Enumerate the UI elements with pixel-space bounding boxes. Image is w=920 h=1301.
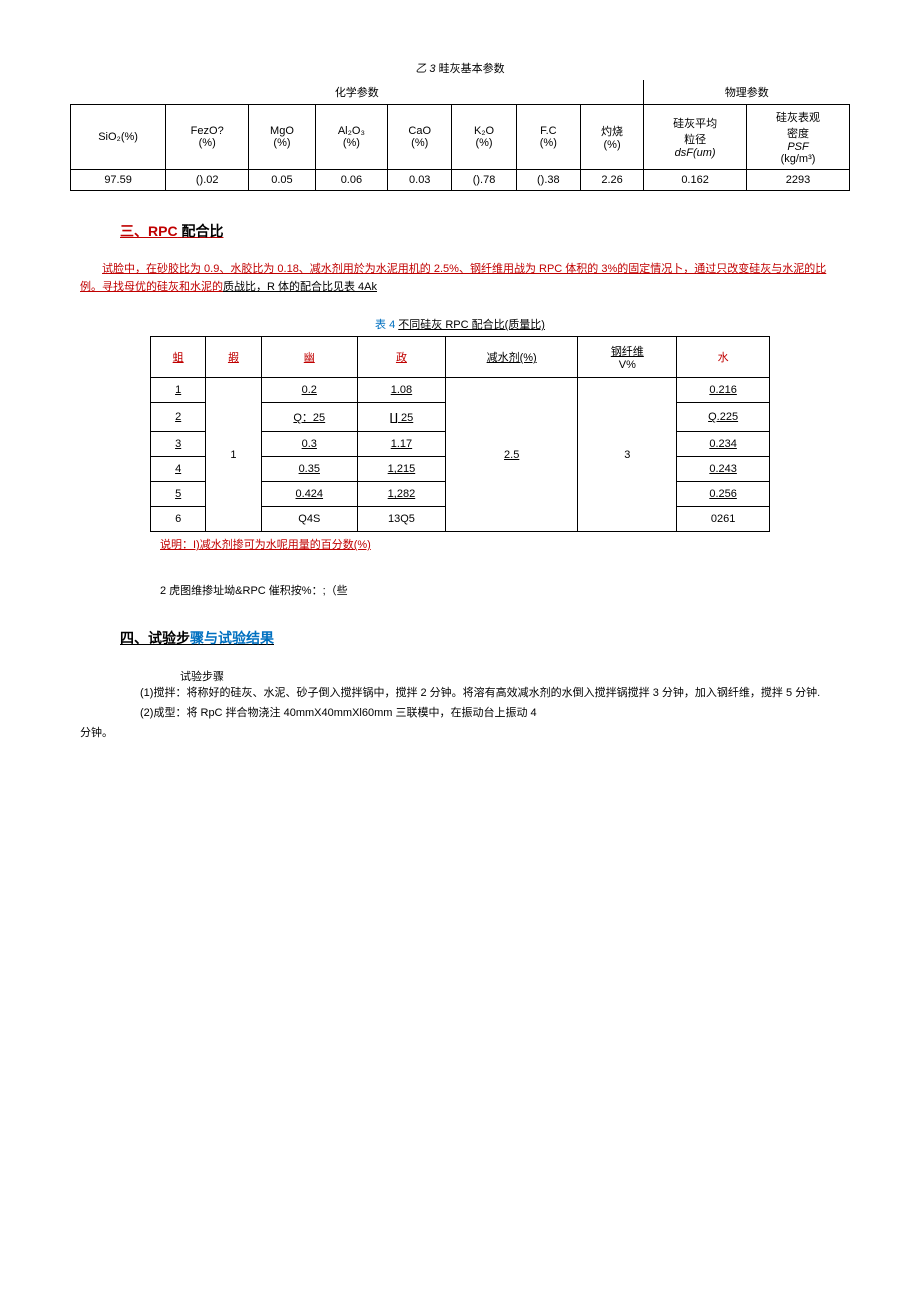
t2-c5-merged: 2.5	[445, 378, 578, 532]
th-mgo: MgO (%)	[249, 105, 316, 170]
steps-title: 试验步骤	[180, 668, 880, 684]
td-zhuoshao: 2.26	[580, 170, 643, 191]
t2-h7: 水	[677, 337, 770, 378]
t2-h6: 钢纤维 V%	[578, 337, 677, 378]
heading-section-4: 四、试验步骤与试验结果	[120, 628, 880, 648]
td-k2o: ().78	[452, 170, 516, 191]
t2-h5: 减水剂(%)	[445, 337, 578, 378]
th-al2o3: Al₂O₃ (%)	[315, 105, 387, 170]
table1-data-row: 97.59 ().02 0.05 0.06 0.03 ().78 ().38 2…	[71, 170, 850, 191]
step-2: (2)成型：将 RpC 拌合物浇注 40mmX40mmXl60mm 三联模中，在…	[140, 704, 840, 724]
paragraph-mix: 试脸中，在砂胶比为 0.9、水胶比为 0.18、减水剂用於为水泥用机的 2.5%…	[80, 261, 840, 296]
th-fc: F.C (%)	[516, 105, 580, 170]
t2-h2: 嘏	[206, 337, 261, 378]
heading3-suffix: 配合比	[181, 223, 223, 239]
th-k2o: K₂O (%)	[452, 105, 516, 170]
step-2-cont: 分钟。	[80, 724, 880, 744]
table1-caption: 乙 3 畦灰基本参数	[40, 60, 880, 76]
t2-h1: 蛆	[151, 337, 206, 378]
table1: 化学参数 物理参数 SiO₂(%) FezO? (%) MgO (%) Al₂O…	[70, 80, 850, 191]
th-density: 硅灰表观 密度 PSF (kg/m³)	[747, 105, 850, 170]
t2-c6-merged: 3	[578, 378, 677, 532]
table2-note2: 2 虎图维掺址坳&RPC 催积按%：;（些	[160, 582, 880, 598]
table1-caption-text: 畦灰基本参数	[439, 63, 505, 75]
table2-caption: 表 4 不同硅灰 RPC 配合比(质量比)	[40, 316, 880, 332]
td-density: 2293	[747, 170, 850, 191]
table1-group-chem: 化学参数	[71, 80, 644, 105]
t2-h4: 政	[357, 337, 445, 378]
table2-caption-text: 不同硅灰 RPC 配合比(质量比)	[398, 319, 545, 331]
step-1: (1)搅拌：将称好的硅灰、水泥、砂子倒入搅拌锅中，搅拌 2 分钟。将溶有高效减水…	[140, 684, 840, 704]
t2-h3: 幽	[261, 337, 357, 378]
th-cao: CaO (%)	[388, 105, 452, 170]
heading4-suffix: 骤与试验结果	[190, 630, 274, 646]
table1-caption-prefix: 乙 3	[415, 63, 435, 75]
th-zhuoshao: 灼烧 (%)	[580, 105, 643, 170]
td-fc: ().38	[516, 170, 580, 191]
heading4-prefix: 四、试验步	[120, 630, 190, 646]
td-sio2: 97.59	[71, 170, 166, 191]
td-cao: 0.03	[388, 170, 452, 191]
table1-header-row: SiO₂(%) FezO? (%) MgO (%) Al₂O₃ (%) CaO …	[71, 105, 850, 170]
td-mgo: 0.05	[249, 170, 316, 191]
heading3-prefix: 三、RPC	[120, 223, 178, 239]
para1-red: 试脸中，在砂胶比为 0.9、水胶比为 0.18、减水剂用於为水泥用机的 2.5%…	[80, 263, 826, 293]
table1-group-phys: 物理参数	[644, 80, 850, 105]
table2-caption-prefix: 表 4	[375, 319, 395, 331]
th-lijing: 硅灰平均 粒径 dsF(um)	[644, 105, 747, 170]
para1-black: 质战比，R 体的配合比见表 4Ak	[223, 281, 377, 293]
td-lijing: 0.162	[644, 170, 747, 191]
heading-section-3: 三、RPC 配合比	[120, 221, 880, 241]
th-fezo: FezO? (%)	[166, 105, 249, 170]
table1-group-row: 化学参数 物理参数	[71, 80, 850, 105]
table-row: 1 1 0.2 1.08 2.5 3 0.216	[151, 378, 770, 403]
td-al2o3: 0.06	[315, 170, 387, 191]
th-sio2: SiO₂(%)	[71, 105, 166, 170]
table2: 蛆 嘏 幽 政 减水剂(%) 钢纤维 V% 水 1 1 0.2 1.08 2.5…	[150, 336, 770, 532]
table2-header-row: 蛆 嘏 幽 政 减水剂(%) 钢纤维 V% 水	[151, 337, 770, 378]
t2-c2-merged: 1	[206, 378, 261, 532]
td-fezo: ().02	[166, 170, 249, 191]
table2-note1: 说明：I)减水剂掺可为水呢用量的百分数(%)	[160, 536, 880, 552]
